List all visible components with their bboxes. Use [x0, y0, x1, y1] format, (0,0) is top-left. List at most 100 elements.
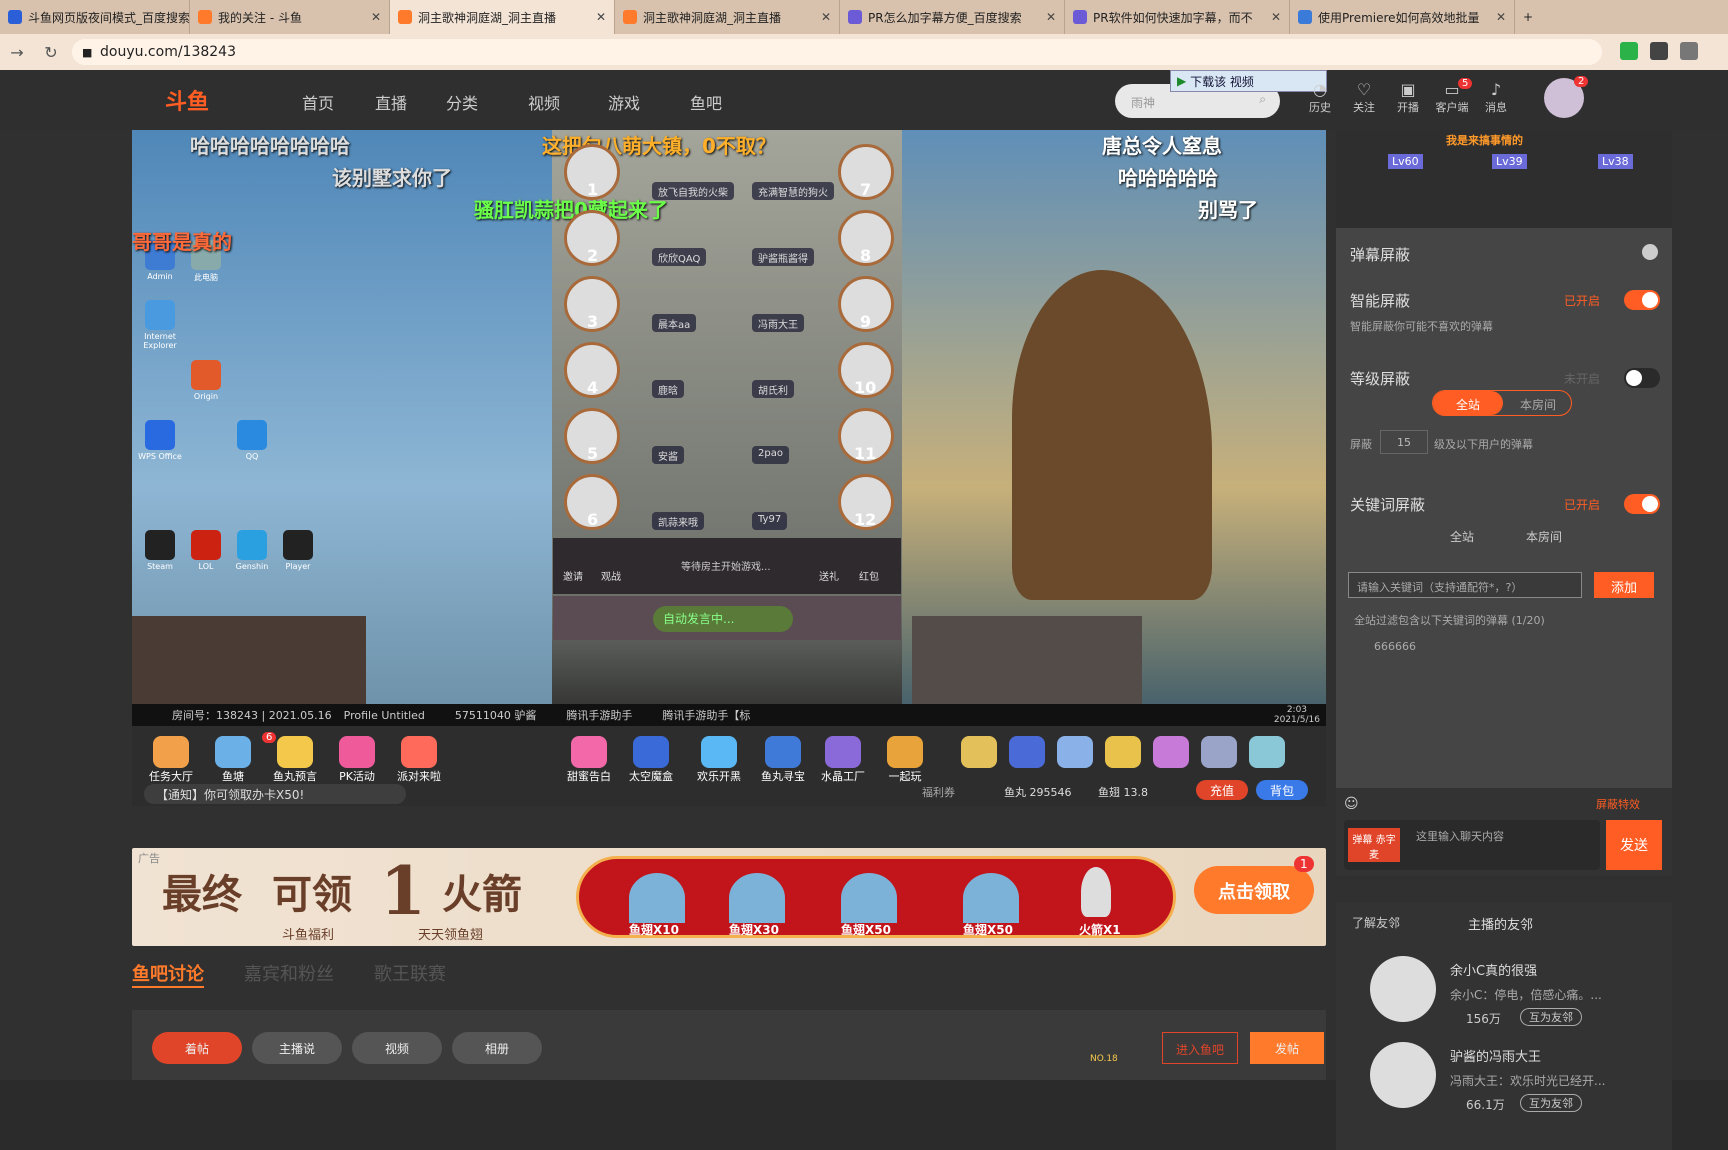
scope-all[interactable]: 全站 — [1433, 391, 1503, 415]
follow-button[interactable]: ♡ 关注 — [1344, 80, 1384, 115]
level-input[interactable]: 15 — [1380, 430, 1428, 454]
browser-tab[interactable]: PR软件如何快速加字幕，而不 ✕ — [1065, 0, 1290, 34]
post-filter-hot[interactable]: 着帖 — [152, 1032, 242, 1064]
gift-item[interactable] — [1004, 736, 1050, 768]
extension-icon[interactable] — [1650, 42, 1668, 60]
task-hall-button[interactable]: 任务大厅 — [148, 736, 194, 784]
nav-category[interactable]: 分类 — [446, 90, 478, 114]
nav-home[interactable]: 首页 — [302, 90, 334, 114]
fishfin-count: 鱼翅 13.8 — [1098, 786, 1148, 799]
friends-help[interactable]: 了解友邻 — [1352, 914, 1400, 931]
gift-item[interactable] — [1052, 736, 1098, 768]
promo-banner[interactable]: 广告 最终 可领 1 火箭 斗鱼福利 天天领鱼翅 鱼翅X10 鱼翅X30 鱼翅X… — [132, 848, 1326, 946]
block-effects[interactable]: 屏蔽特效 — [1596, 796, 1640, 812]
gift-item[interactable]: 鱼丸寻宝 — [760, 736, 806, 784]
chat-input[interactable]: 弹幕 赤字麦 这里输入聊天内容 — [1344, 820, 1600, 870]
puzzle-icon[interactable] — [1680, 42, 1698, 60]
rank-strip: 我是来搞事情的 Lv60 Lv39 Lv38 — [1336, 130, 1672, 236]
close-icon[interactable]: ✕ — [363, 10, 381, 24]
prediction-button[interactable]: 鱼丸预言 — [272, 736, 318, 784]
fish-pond-button[interactable]: 鱼塘 — [210, 736, 256, 784]
close-icon[interactable]: ✕ — [1488, 10, 1506, 24]
broadcast-button[interactable]: ▣ 开播 — [1388, 80, 1428, 115]
message-button[interactable]: ♪ 消息 — [1476, 80, 1516, 115]
bag-button[interactable]: 背包 — [1256, 780, 1308, 800]
notice-bar[interactable]: 【通知】你可领取办卡X50! — [144, 784, 406, 804]
url-field[interactable]: ■ douyu.com/138243 — [72, 39, 1602, 65]
gift-item[interactable] — [1148, 736, 1194, 768]
tab-singer-league[interactable]: 歌王联赛 — [374, 960, 446, 988]
client-badge: 5 — [1458, 78, 1473, 89]
extension-icon[interactable] — [1620, 42, 1638, 60]
new-post-button[interactable]: 发帖 — [1250, 1032, 1324, 1064]
enter-yuba-button[interactable]: 进入鱼吧 — [1162, 1032, 1238, 1064]
close-icon[interactable]: ✕ — [1038, 10, 1056, 24]
redpack-button[interactable]: 红包 — [859, 568, 879, 583]
room-info: 房间号：138243 | 2021.05.16 — [172, 709, 332, 722]
pk-activity-button[interactable]: PK活动 — [334, 736, 380, 784]
nav-game[interactable]: 游戏 — [608, 90, 640, 114]
recharge-button[interactable]: 充值 — [1196, 780, 1248, 800]
reload-icon[interactable]: ↻ — [34, 43, 68, 62]
post-filter-album[interactable]: 相册 — [452, 1032, 542, 1064]
close-icon[interactable]: ✕ — [813, 10, 831, 24]
douyu-logo[interactable]: 斗鱼 — [165, 84, 245, 116]
gift-item[interactable]: 欢乐开黑 — [696, 736, 742, 784]
avatar[interactable] — [1370, 1042, 1436, 1108]
desktop-icon: Genshin — [230, 530, 274, 571]
new-tab-button[interactable]: + — [1515, 0, 1555, 34]
level-badge: Lv60 — [1388, 154, 1423, 169]
browser-tab[interactable]: 我的关注 - 斗鱼 ✕ — [190, 0, 390, 34]
history-button[interactable]: ◔ 历史 — [1300, 80, 1340, 115]
keyword-scope-room[interactable]: 本房间 — [1526, 528, 1562, 545]
rank-badge: NO.18 — [1090, 1054, 1118, 1064]
tab-guests[interactable]: 嘉宾和粉丝 — [244, 960, 334, 988]
fan-badge-button[interactable]: 弹幕 赤字麦 — [1348, 828, 1400, 862]
gift-item[interactable] — [1196, 736, 1242, 768]
nav-live[interactable]: 直播 — [375, 90, 407, 114]
gift-item[interactable] — [1244, 736, 1290, 768]
invite-button[interactable]: 邀请 — [563, 568, 583, 583]
danmaku-text: 哈哈哈哈哈哈哈哈 — [190, 134, 350, 158]
party-button[interactable]: 派对来啦 — [396, 736, 442, 784]
post-filter-anchor[interactable]: 主播说 — [252, 1032, 342, 1064]
welfare-coupon[interactable]: 福利券 — [922, 784, 955, 800]
gift-item[interactable]: 水晶工厂 — [820, 736, 866, 784]
nav-yuba[interactable]: 鱼吧 — [690, 90, 722, 114]
site-header: 斗鱼 首页 直播 分类 视频 游戏 鱼吧 雨神 ⌕ ▶ 下载该 视频 ◔ 历史 ♡ 关… — [0, 70, 1728, 130]
video-player[interactable]: Admin Internet Explorer 此电脑 Origin WPS O… — [132, 130, 1326, 726]
close-icon[interactable]: ✕ — [588, 10, 606, 24]
nav-video[interactable]: 视频 — [528, 90, 560, 114]
avatar[interactable] — [1370, 956, 1436, 1022]
watch-button[interactable]: 观战 — [601, 568, 621, 583]
send-button[interactable]: 发送 — [1606, 820, 1662, 870]
keyword-input[interactable]: 请输入关键词（支持通配符*，?） — [1348, 572, 1582, 598]
gift-item[interactable]: 太空魔盒 — [628, 736, 674, 784]
gift-item[interactable]: 甜蜜告白 — [566, 736, 612, 784]
tab-yuba-discuss[interactable]: 鱼吧讨论 — [132, 960, 204, 988]
level-shield-toggle[interactable] — [1624, 368, 1660, 388]
scope-room[interactable]: 本房间 — [1503, 391, 1573, 415]
emoji-icon[interactable]: ☺ — [1344, 796, 1359, 812]
browser-tab[interactable]: 使用Premiere如何高效地批量 ✕ — [1290, 0, 1515, 34]
gift-item[interactable] — [1100, 736, 1146, 768]
browser-tab[interactable]: 斗鱼网页版夜间模式_百度搜索✕ — [0, 0, 190, 34]
browser-tab-active[interactable]: 洞主歌神洞庭湖_洞主直播 ✕ — [390, 0, 615, 34]
auto-speak-button[interactable]: 自动发言中... — [653, 606, 793, 632]
shield-title: 弹幕屏蔽 — [1350, 246, 1411, 264]
gift-item[interactable]: 一起玩 — [882, 736, 928, 784]
keyword-scope-all[interactable]: 全站 — [1450, 528, 1474, 545]
send-gift-button[interactable]: 送礼 — [819, 568, 839, 583]
post-filter-video[interactable]: 视频 — [352, 1032, 442, 1064]
close-panel-icon[interactable] — [1642, 244, 1658, 260]
forward-icon[interactable]: → — [0, 43, 34, 62]
add-keyword-button[interactable]: 添加 — [1594, 572, 1654, 598]
close-icon[interactable]: ✕ — [1263, 10, 1281, 24]
keyword-shield-toggle[interactable] — [1624, 494, 1660, 514]
search-icon[interactable]: ⌕ — [1259, 92, 1266, 107]
browser-tab[interactable]: PR怎么加字幕方便_百度搜索 ✕ — [840, 0, 1065, 34]
browser-tab[interactable]: 洞主歌神洞庭湖_洞主直播 ✕ — [615, 0, 840, 34]
claim-button[interactable]: 点击领取 — [1194, 866, 1314, 914]
gift-item[interactable] — [956, 736, 1002, 768]
smart-shield-toggle[interactable] — [1624, 290, 1660, 310]
